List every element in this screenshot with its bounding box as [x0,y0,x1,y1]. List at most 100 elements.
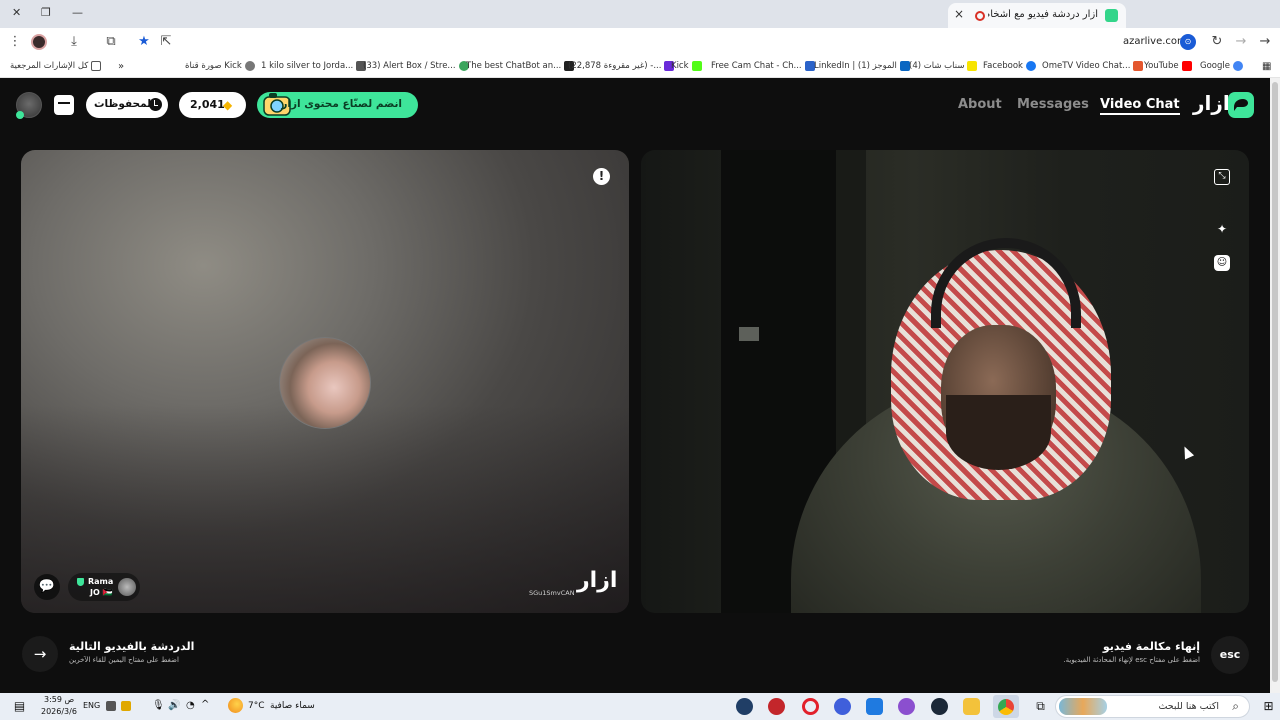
nav-messages[interactable]: Messages [1017,97,1089,112]
close-window-button[interactable]: ✕ [12,6,21,19]
next-video-hint: اضغط على مفتاح اليمين للقاء الآخرين [69,656,179,664]
back-icon[interactable]: → [1257,34,1273,50]
user-avatar[interactable] [16,92,42,119]
bookmark-item[interactable]: (4) سناب شات [909,61,978,71]
bookmark-item[interactable]: (22,878 غير مقروءة) -... [568,61,675,71]
install-app-icon[interactable]: ⇱ [158,34,174,50]
chrome-icon [998,699,1014,715]
tray-icon[interactable] [121,701,131,711]
bookmark-star-icon[interactable]: ★ [136,34,152,50]
bookmarks-overflow-icon[interactable]: » [118,61,124,72]
gems-balance-button[interactable]: 2,041 ◆ [179,92,246,118]
all-bookmarks-folder[interactable]: كل الإشارات المرجعية [10,61,102,71]
azar-logo-text: ازار [1193,91,1230,115]
file-explorer-icon[interactable] [963,698,980,715]
azar-logo-icon [1228,92,1254,118]
bookmark-item[interactable]: Google [1200,61,1243,71]
restore-button[interactable]: ❐ [41,6,51,19]
bookmark-label: YouTube [1144,61,1179,71]
browser-tab-active[interactable]: أزار دردشة فيديو مع أشخاص × [948,3,1126,28]
mouse-cursor-icon [1179,444,1195,460]
saved-button[interactable]: المحفوظات [86,92,168,118]
bookmark-item[interactable]: The best ChatBot an... [466,61,575,71]
site-settings-icon[interactable]: ⊙ [1180,34,1196,50]
download-icon[interactable]: ⤓ [66,34,82,50]
tray-expand-icon[interactable]: ^ [201,699,218,716]
notifications-icon[interactable]: ▤ [11,698,28,715]
weather-desc[interactable]: سماء صافية [270,701,315,711]
search-icon: ⌕ [1232,699,1239,713]
microphone-icon[interactable]: 🎙 [152,700,169,717]
menu-kebab-icon[interactable]: ⋮ [7,34,23,50]
peer-info-badge[interactable]: Rama JO 🇯🇴 [68,573,140,601]
taskbar-search-box[interactable]: اكتب هنا للبحث ⌕ [1055,695,1250,718]
bookmark-item[interactable]: Facebook [983,61,1036,71]
minimize-button[interactable]: — [72,6,83,19]
join-creators-button[interactable]: انضم لصنّاع محتوى ازار [257,92,418,118]
next-video-button[interactable]: → [22,636,58,672]
language-indicator[interactable]: ENG [83,701,100,710]
extensions-icon[interactable]: ⧉ [103,34,119,50]
tray-icon[interactable] [106,701,116,711]
bookmark-label: The best ChatBot an... [466,61,562,71]
watermark-id: SGu1SmvCAN [529,589,575,597]
next-video-title: الدردشة بالفيديو التالية [69,640,195,653]
magic-wand-icon[interactable]: ✦ [1214,221,1230,237]
windows-start-icon[interactable]: ⊞ [1260,698,1277,715]
peer-name: Rama [88,577,114,586]
bookmark-item[interactable]: Free Cam Chat - Ch... [711,61,815,71]
nav-about[interactable]: About [958,97,1002,112]
remote-video-pane: ! 💬 Rama JO 🇯🇴 SGu1SmvCAN ازار [21,150,629,613]
watermark-logo: ازار [577,568,618,593]
address-bar-url[interactable]: azarlive.com [1123,36,1187,47]
clock-date[interactable]: 2026/3/6 [41,707,77,716]
end-call-title: إنهاء مكالمة فيديو [1102,640,1200,653]
report-icon[interactable]: ! [593,168,610,185]
clock-time[interactable]: 3:59 ص [44,695,74,704]
apps-grid-icon[interactable]: ▦ [1262,61,1271,72]
task-view-icon[interactable]: ⧉ [1032,698,1049,715]
weather-sun-icon[interactable] [228,698,243,713]
bookmark-item[interactable]: LinkedIn | (1) الموجز [814,61,910,71]
store-icon[interactable] [866,698,883,715]
bookmark-item[interactable]: 1 kilo silver to Jorda... [261,61,367,71]
tab-close-button[interactable]: × [954,7,964,21]
bookmark-label: (22,878 غير مقروءة) -... [568,61,662,71]
reload-icon[interactable]: ↻ [1209,34,1225,50]
peer-avatar [118,578,136,596]
headset [931,238,1081,328]
browser-tab-bar: — ❐ ✕ + أزار دردشة فيديو مع أشخاص × [0,0,1280,28]
opera-icon[interactable] [802,698,819,715]
bookmark-item[interactable]: صورة قناة Kick [185,61,255,71]
sticker-face-icon[interactable]: ☺ [1214,255,1230,271]
bookmark-item[interactable]: Kick [671,61,702,71]
app-icon[interactable] [898,698,915,715]
end-call-esc-button[interactable]: esc [1211,636,1249,674]
gems-count: 2,041 [190,98,225,111]
clock-icon [149,98,162,111]
app-icon[interactable] [768,698,785,715]
bookmark-item[interactable]: OmeTV Video Chat... [1042,61,1144,71]
bookmark-item[interactable]: (33) Alert Box / Stre... [363,61,469,71]
nav-video-chat[interactable]: Video Chat [1100,97,1180,115]
saved-label: المحفوظات [94,98,155,110]
steam-icon[interactable] [931,698,948,715]
bookmarks-bar: كل الإشارات المرجعية » صورة قناة Kick 1 … [0,56,1280,78]
online-dot [16,111,24,119]
bookmark-item[interactable]: YouTube [1144,61,1192,71]
inbox-box-icon[interactable] [54,95,74,115]
azar-favicon-icon [1105,9,1118,22]
app-icon[interactable] [834,698,851,715]
profile-avatar[interactable] [31,34,47,50]
weather-temp[interactable]: 7°C [248,701,265,711]
app-icon[interactable] [736,698,753,715]
minimize-video-icon[interactable]: ⤡ [1214,169,1230,185]
end-call-hint: اضغط على مفتاح esc لإنهاء المحادثة الفيد… [1063,656,1200,664]
scrollbar-thumb[interactable] [1272,82,1278,682]
page-scrollbar[interactable] [1270,78,1280,693]
globe-icon [244,61,255,71]
volume-icon[interactable]: 🔊 [168,700,185,717]
forward-icon[interactable]: → [1233,34,1249,50]
chat-bubble-icon[interactable]: 💬 [34,574,60,600]
recording-icon [975,11,985,21]
